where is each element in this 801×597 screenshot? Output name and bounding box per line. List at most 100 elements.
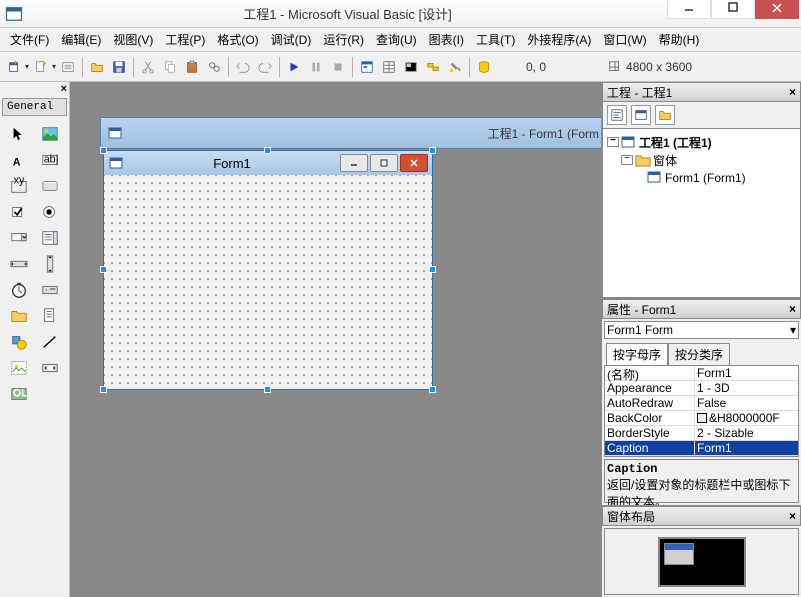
form-item[interactable]: Form1 (Form1) bbox=[665, 171, 746, 185]
tab-alphabetic[interactable]: 按字母序 bbox=[606, 343, 668, 365]
form-caption: Form1 bbox=[124, 156, 340, 171]
menu-item[interactable]: 视图(V) bbox=[107, 29, 159, 50]
menu-item[interactable]: 调试(D) bbox=[265, 29, 318, 50]
undo-button[interactable] bbox=[233, 57, 253, 77]
pointer-tool[interactable] bbox=[4, 122, 34, 146]
data-view-button[interactable] bbox=[474, 57, 494, 77]
view-object-button[interactable] bbox=[631, 105, 651, 125]
menu-item[interactable]: 外接程序(A) bbox=[521, 29, 597, 50]
form-designer[interactable]: Form1 bbox=[103, 150, 433, 390]
project-tree[interactable]: − 工程1 (工程1) − 窗体 Form1 (Form1) bbox=[602, 128, 801, 298]
cut-button[interactable] bbox=[138, 57, 158, 77]
break-button[interactable] bbox=[306, 57, 326, 77]
add-item-button[interactable]: ▾ bbox=[31, 57, 56, 77]
add-project-button[interactable]: ▾ bbox=[4, 57, 29, 77]
image-tool[interactable] bbox=[4, 356, 34, 380]
project-icon bbox=[621, 135, 637, 149]
minimize-button[interactable] bbox=[667, 0, 711, 19]
tree-collapse-icon[interactable]: − bbox=[607, 137, 619, 147]
ole-tool[interactable]: OLE bbox=[4, 382, 34, 406]
form-icon bbox=[107, 125, 123, 141]
label-tool[interactable]: A bbox=[4, 148, 34, 172]
dirlistbox-tool[interactable] bbox=[4, 304, 34, 328]
property-row[interactable]: BackColor&H8000000F bbox=[605, 411, 798, 426]
optionbutton-tool[interactable] bbox=[36, 200, 66, 224]
toolbox-button[interactable] bbox=[445, 57, 465, 77]
shape-tool[interactable] bbox=[4, 330, 34, 354]
toggle-folders-button[interactable] bbox=[655, 105, 675, 125]
menu-editor-button[interactable] bbox=[58, 57, 78, 77]
tree-collapse-icon[interactable]: − bbox=[621, 155, 633, 165]
folder-icon bbox=[635, 153, 651, 167]
menu-item[interactable]: 帮助(H) bbox=[653, 29, 706, 50]
form-design-surface[interactable] bbox=[104, 175, 432, 389]
designer-child-window[interactable]: 工程1 - Form1 (Form bbox=[100, 117, 601, 149]
end-button[interactable] bbox=[328, 57, 348, 77]
menu-item[interactable]: 查询(U) bbox=[370, 29, 423, 50]
frame-tool[interactable]: xy bbox=[4, 174, 34, 198]
property-row[interactable]: BorderStyle2 - Sizable bbox=[605, 426, 798, 441]
forms-folder[interactable]: 窗体 bbox=[653, 152, 677, 169]
menu-item[interactable]: 图表(I) bbox=[423, 29, 470, 50]
tab-categorized[interactable]: 按分类序 bbox=[668, 343, 730, 365]
menubar: 文件(F)编辑(E)视图(V)工程(P)格式(O)调试(D)运行(R)查询(U)… bbox=[0, 28, 801, 52]
coords-readout: 0, 0 bbox=[526, 60, 546, 74]
properties-grid[interactable]: (名称)Form1Appearance1 - 3DAutoRedrawFalse… bbox=[604, 365, 799, 457]
form-layout-panel: 窗体布局 × bbox=[602, 505, 801, 597]
hscrollbar-tool[interactable] bbox=[4, 252, 34, 276]
property-row[interactable]: CaptionForm1 bbox=[605, 441, 798, 456]
form-minimize-button[interactable] bbox=[340, 154, 368, 172]
menu-item[interactable]: 工程(P) bbox=[159, 29, 211, 50]
property-row[interactable]: Appearance1 - 3D bbox=[605, 381, 798, 396]
object-browser-button[interactable] bbox=[423, 57, 443, 77]
maximize-button[interactable] bbox=[711, 0, 755, 19]
find-button[interactable] bbox=[204, 57, 224, 77]
layout-close-button[interactable]: × bbox=[789, 509, 796, 523]
project-panel-close-button[interactable]: × bbox=[789, 85, 796, 99]
menu-item[interactable]: 窗口(W) bbox=[597, 29, 652, 50]
project-root[interactable]: 工程1 (工程1) bbox=[639, 134, 712, 151]
combobox-tool[interactable] bbox=[4, 226, 34, 250]
titlebar: 工程1 - Microsoft Visual Basic [设计] bbox=[0, 0, 801, 28]
properties-close-button[interactable]: × bbox=[789, 302, 796, 316]
property-row[interactable]: (名称)Form1 bbox=[605, 366, 798, 381]
form-maximize-button[interactable] bbox=[370, 154, 398, 172]
vscrollbar-tool[interactable] bbox=[36, 252, 66, 276]
menu-item[interactable]: 文件(F) bbox=[4, 29, 55, 50]
listbox-tool[interactable] bbox=[36, 226, 66, 250]
form-layout-button[interactable] bbox=[401, 57, 421, 77]
open-button[interactable] bbox=[87, 57, 107, 77]
data-tool[interactable] bbox=[36, 356, 66, 380]
menu-item[interactable]: 运行(R) bbox=[317, 29, 370, 50]
line-tool[interactable] bbox=[36, 330, 66, 354]
filelistbox-tool[interactable] bbox=[36, 304, 66, 328]
paste-button[interactable] bbox=[182, 57, 202, 77]
checkbox-tool[interactable] bbox=[4, 200, 34, 224]
view-code-button[interactable] bbox=[607, 105, 627, 125]
object-selector[interactable]: Form1 Form▾ bbox=[604, 321, 799, 339]
layout-title: 窗体布局 bbox=[607, 508, 789, 525]
close-button[interactable] bbox=[755, 0, 799, 19]
project-explorer-button[interactable] bbox=[357, 57, 377, 77]
commandbutton-tool[interactable] bbox=[36, 174, 66, 198]
start-button[interactable] bbox=[284, 57, 304, 77]
form-close-button[interactable] bbox=[400, 154, 428, 172]
menu-item[interactable]: 编辑(E) bbox=[55, 29, 107, 50]
redo-button[interactable] bbox=[255, 57, 275, 77]
toolbox-tab-general[interactable]: General bbox=[2, 98, 67, 116]
save-button[interactable] bbox=[109, 57, 129, 77]
property-row[interactable]: AutoRedrawFalse bbox=[605, 396, 798, 411]
form-preview[interactable] bbox=[664, 543, 694, 565]
toolbox: × General A ab| xy OLE bbox=[0, 82, 70, 597]
timer-tool[interactable] bbox=[4, 278, 34, 302]
menu-item[interactable]: 格式(O) bbox=[211, 29, 264, 50]
menu-item[interactable]: 工具(T) bbox=[470, 29, 521, 50]
copy-button[interactable] bbox=[160, 57, 180, 77]
toolbox-close-button[interactable]: × bbox=[0, 82, 69, 96]
textbox-tool[interactable]: ab| bbox=[36, 148, 66, 172]
app-title: 工程1 - Microsoft Visual Basic [设计] bbox=[28, 4, 667, 23]
drivelistbox-tool[interactable] bbox=[36, 278, 66, 302]
picturebox-tool[interactable] bbox=[36, 122, 66, 146]
layout-preview[interactable] bbox=[604, 528, 799, 595]
properties-window-button[interactable] bbox=[379, 57, 399, 77]
